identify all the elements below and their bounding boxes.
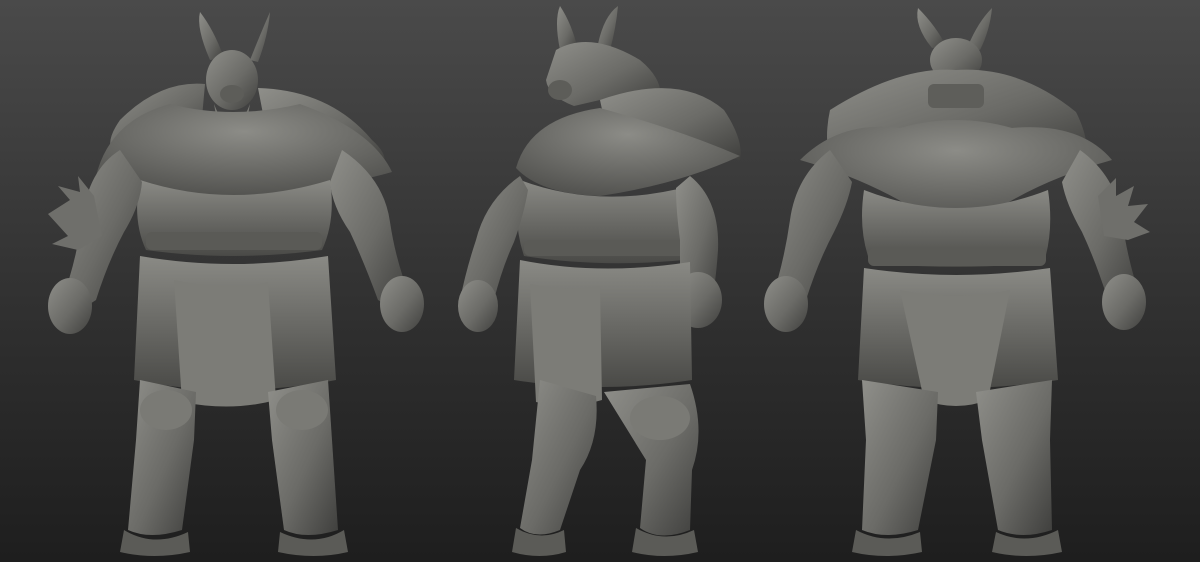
sculpt-canvas bbox=[48, 6, 1150, 556]
front-left-knee bbox=[140, 390, 192, 430]
front-left-hand bbox=[48, 278, 92, 334]
front-right-knee bbox=[276, 390, 328, 430]
back-right-leg bbox=[976, 380, 1052, 535]
back-left-hand bbox=[764, 276, 808, 332]
tq-belt bbox=[524, 240, 686, 256]
front-snout bbox=[220, 85, 244, 103]
back-belt bbox=[868, 248, 1046, 266]
tq-far-leg bbox=[520, 380, 597, 535]
front-belt bbox=[146, 232, 322, 250]
front-loincloth bbox=[174, 280, 276, 407]
back-view-model bbox=[764, 8, 1150, 556]
front-left-ear bbox=[199, 12, 224, 60]
tq-far-hand bbox=[458, 280, 498, 332]
sculpt-viewport bbox=[0, 0, 1200, 562]
front-right-hand bbox=[380, 276, 424, 332]
tq-near-knee bbox=[630, 396, 690, 440]
back-loincloth bbox=[900, 290, 1010, 406]
back-shell-plate bbox=[928, 84, 984, 108]
front-right-ear bbox=[250, 12, 270, 62]
tq-right-ear bbox=[598, 6, 618, 50]
tq-snout bbox=[548, 80, 572, 100]
three-quarter-view-model bbox=[458, 6, 741, 556]
front-view-model bbox=[48, 12, 424, 556]
back-fur-cape bbox=[800, 120, 1112, 222]
back-right-hand bbox=[1102, 274, 1146, 330]
back-left-leg bbox=[862, 380, 938, 535]
